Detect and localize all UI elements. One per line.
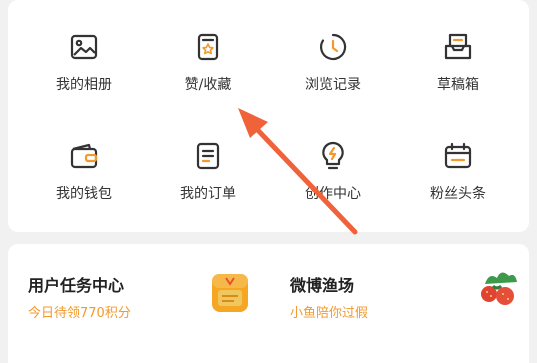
- task-panel: 用户任务中心 今日待领770积分 微博渔场 小鱼陪你过假: [8, 244, 529, 363]
- likes-favorites-label: 赞/收藏: [184, 77, 232, 93]
- fan-headlines-label: 粉丝头条: [430, 186, 486, 202]
- drafts-entry[interactable]: 草稿箱: [393, 2, 523, 102]
- fan-headlines-entry[interactable]: 粉丝头条: [393, 111, 523, 211]
- drafts-label: 草稿箱: [437, 77, 479, 93]
- reward-pouch-icon: [210, 270, 250, 314]
- user-task-title: 用户任务中心: [28, 276, 125, 295]
- fishery-subtitle: 小鱼陪你过假: [290, 306, 369, 321]
- photo-album-icon: [67, 30, 101, 64]
- album-label: 我的相册: [56, 77, 112, 93]
- orders-entry[interactable]: 我的订单: [143, 111, 273, 211]
- calendar-icon: [441, 139, 475, 173]
- weibo-fishery-card[interactable]: 微博渔场 小鱼陪你过假: [270, 244, 525, 363]
- favorite-badge-icon: [191, 30, 225, 64]
- user-task-center-card[interactable]: 用户任务中心 今日待领770积分: [8, 244, 263, 363]
- orders-label: 我的订单: [180, 186, 236, 202]
- creator-center-entry[interactable]: 创作中心: [268, 111, 398, 211]
- wallet-entry[interactable]: 我的钱包: [19, 111, 149, 211]
- user-task-subtitle: 今日待领770积分: [28, 306, 131, 321]
- album-entry[interactable]: 我的相册: [19, 2, 149, 102]
- fishery-title: 微博渔场: [290, 276, 355, 295]
- strawberry-plant-icon: [475, 264, 521, 308]
- lightbulb-icon: [316, 139, 350, 173]
- history-label: 浏览记录: [305, 77, 361, 93]
- creator-center-label: 创作中心: [305, 186, 361, 202]
- history-clock-icon: [316, 30, 350, 64]
- wallet-label: 我的钱包: [56, 186, 112, 202]
- likes-favorites-entry[interactable]: 赞/收藏: [143, 2, 273, 102]
- shortcut-grid: 我的相册 赞/收藏 浏览记录 草稿箱 我的钱包 我的订单 创作中心 粉丝头条: [8, 0, 529, 232]
- drafts-tray-icon: [441, 30, 475, 64]
- history-entry[interactable]: 浏览记录: [268, 2, 398, 102]
- order-list-icon: [191, 139, 225, 173]
- wallet-icon: [67, 139, 101, 173]
